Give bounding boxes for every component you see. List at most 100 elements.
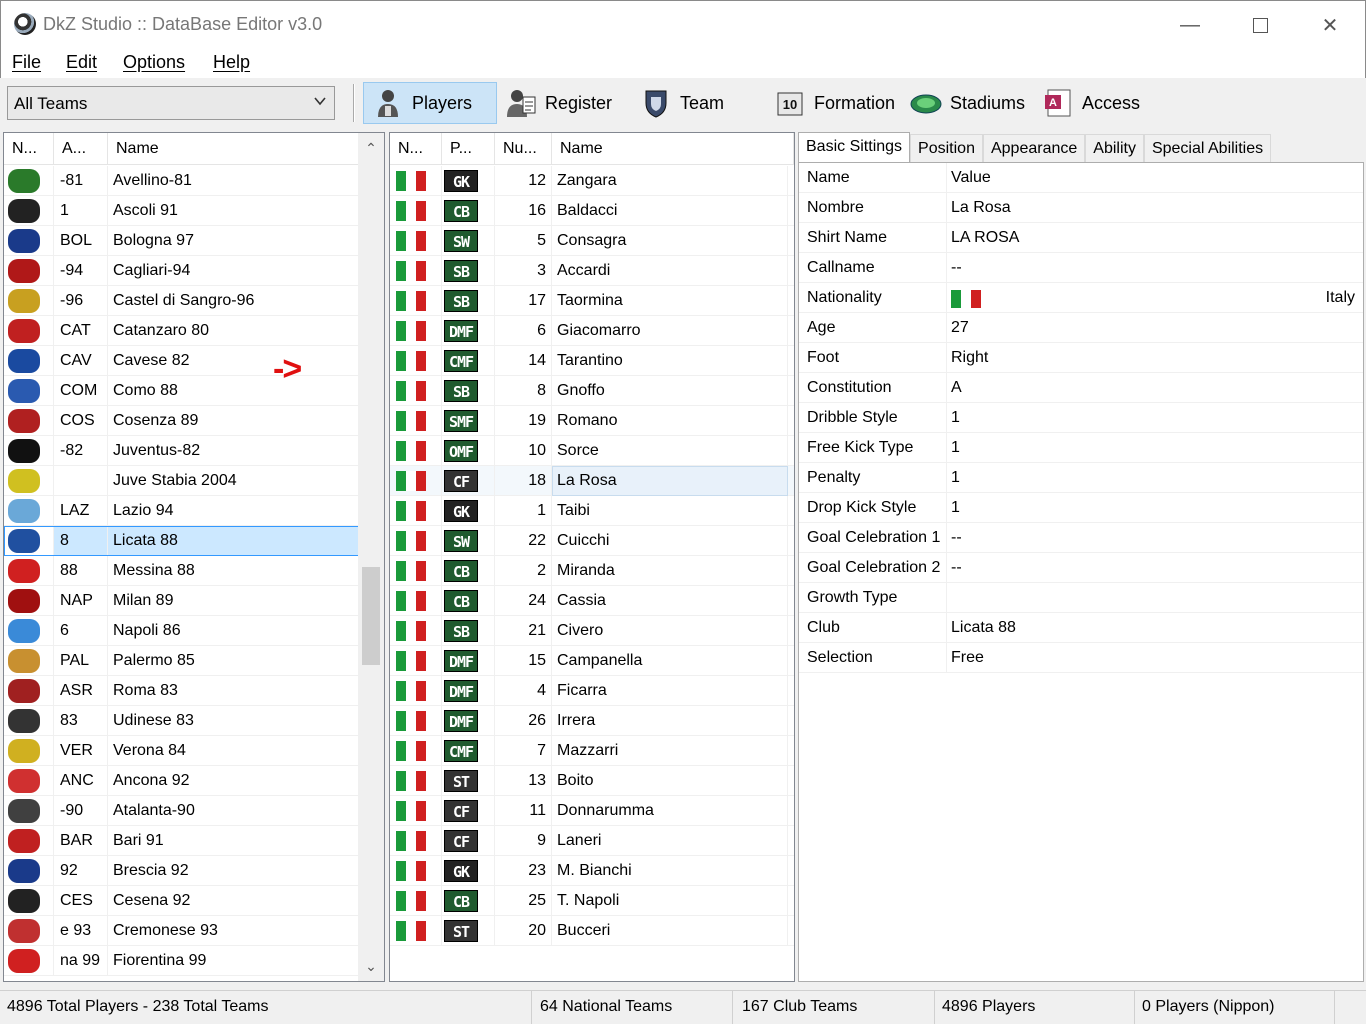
team-row[interactable]: 6 Napoli 86 [4,616,360,646]
team-row[interactable]: 88 Messina 88 [4,556,360,586]
team-row[interactable]: PAL Palermo 85 [4,646,360,676]
team-row[interactable]: VER Verona 84 [4,736,360,766]
teams-list[interactable]: N... A... Name -81 Avellino-81 1 Ascoli 91 B… [3,132,385,982]
property-row[interactable]: Penalty 1 [799,463,1363,493]
player-row[interactable]: CB 24 Cassia [390,586,794,616]
property-value-cell[interactable]: LA ROSA [947,223,1363,252]
team-row[interactable]: COM Como 88 [4,376,360,406]
team-row[interactable]: 92 Brescia 92 [4,856,360,886]
tab-appearance[interactable]: Appearance [982,134,1086,164]
team-row[interactable]: COS Cosenza 89 [4,406,360,436]
property-row[interactable]: Goal Celebration 2 -- [799,553,1363,583]
players-button[interactable]: Players [363,82,497,124]
player-row[interactable]: GK 12 Zangara [390,166,794,196]
player-row[interactable]: CF 11 Donnarumma [390,796,794,826]
tab-basic-settings[interactable]: Basic Sittings [798,132,911,164]
property-row[interactable]: Nombre La Rosa [799,193,1363,223]
player-row[interactable]: SB 8 Gnoffo [390,376,794,406]
property-row[interactable]: Club Licata 88 [799,613,1363,643]
property-row[interactable]: Drop Kick Style 1 [799,493,1363,523]
player-row[interactable]: CB 25 T. Napoli [390,886,794,916]
team-row[interactable]: NAP Milan 89 [4,586,360,616]
property-row[interactable]: Constitution A [799,373,1363,403]
team-row[interactable]: LAZ Lazio 94 [4,496,360,526]
player-row[interactable]: SW 5 Consagra [390,226,794,256]
player-row[interactable]: ST 20 Bucceri [390,916,794,946]
property-row[interactable]: Age 27 [799,313,1363,343]
tab-ability[interactable]: Ability [1085,134,1144,164]
team-row[interactable]: 1 Ascoli 91 [4,196,360,226]
property-value-cell[interactable]: 27 [947,313,1363,342]
property-row[interactable]: Nationality Italy [799,283,1363,313]
property-value-cell[interactable]: Italy [947,283,1363,312]
team-row[interactable]: BOL Bologna 97 [4,226,360,256]
property-row[interactable]: Free Kick Type 1 [799,433,1363,463]
player-row[interactable]: CF 9 Laneri [390,826,794,856]
players-col-name[interactable]: Name [552,133,794,165]
players-list[interactable]: N... P... Nu... Name GK 12 Zangara CB 16 Bald… [389,132,795,982]
property-row[interactable]: Growth Type [799,583,1363,613]
player-row[interactable]: CMF 7 Mazzarri [390,736,794,766]
scroll-thumb[interactable] [362,567,380,665]
property-row[interactable]: Selection Free [799,643,1363,673]
player-row[interactable]: SB 21 Civero [390,616,794,646]
team-row[interactable]: ASR Roma 83 [4,676,360,706]
property-row[interactable]: Callname -- [799,253,1363,283]
players-col-num[interactable]: Nu... [495,133,552,165]
tab-position[interactable]: Position [910,134,983,164]
team-row[interactable]: CES Cesena 92 [4,886,360,916]
menu-edit[interactable]: Edit [66,52,97,73]
property-value-cell[interactable]: Licata 88 [947,613,1363,642]
property-value-cell[interactable]: -- [947,553,1363,582]
property-value-cell[interactable]: -- [947,523,1363,552]
close-button[interactable]: ✕ [1307,9,1353,41]
team-row[interactable]: CAT Catanzaro 80 [4,316,360,346]
team-row[interactable]: -82 Juventus-82 [4,436,360,466]
team-row[interactable]: e 93 Cremonese 93 [4,916,360,946]
player-row[interactable]: OMF 10 Sorce [390,436,794,466]
teams-col-name[interactable]: Name [108,133,360,165]
player-row[interactable]: SB 3 Accardi [390,256,794,286]
stadiums-button[interactable]: Stadiums [902,82,1033,124]
team-row[interactable]: -96 Castel di Sangro-96 [4,286,360,316]
player-row[interactable]: CMF 14 Tarantino [390,346,794,376]
property-row[interactable]: Foot Right [799,343,1363,373]
player-row[interactable]: CB 2 Miranda [390,556,794,586]
property-value-cell[interactable]: Right [947,343,1363,372]
team-row[interactable]: -94 Cagliari-94 [4,256,360,286]
team-row[interactable]: CAV Cavese 82 [4,346,360,376]
minimize-button[interactable]: — [1167,9,1213,41]
player-row[interactable]: SB 17 Taormina [390,286,794,316]
team-row[interactable]: 8 Licata 88 [4,526,360,556]
team-row[interactable]: -90 Atalanta-90 [4,796,360,826]
property-value-cell[interactable]: 1 [947,493,1363,522]
property-row[interactable]: Shirt Name LA ROSA [799,223,1363,253]
player-row[interactable]: GK 1 Taibi [390,496,794,526]
scroll-down-icon[interactable]: ⌄ [358,951,384,981]
tab-special-abilities[interactable]: Special Abilities [1143,134,1272,164]
team-button[interactable]: Team [632,82,732,124]
property-row[interactable]: Dribble Style 1 [799,403,1363,433]
player-row[interactable]: DMF 26 Irrera [390,706,794,736]
player-row[interactable]: DMF 15 Campanella [390,646,794,676]
teams-col-n[interactable]: N... [4,133,54,165]
menu-options[interactable]: Options [123,52,185,73]
teams-col-abbr[interactable]: A... [54,133,108,165]
property-value-cell[interactable]: La Rosa [947,193,1363,222]
player-row[interactable]: DMF 4 Ficarra [390,676,794,706]
property-row[interactable]: Goal Celebration 1 -- [799,523,1363,553]
team-row[interactable]: ANC Ancona 92 [4,766,360,796]
menu-file[interactable]: File [12,52,41,73]
players-col-n[interactable]: N... [390,133,442,165]
team-row[interactable]: 83 Udinese 83 [4,706,360,736]
player-row[interactable]: CF 18 La Rosa [390,466,794,496]
property-value-cell[interactable]: Free [947,643,1363,672]
menu-help[interactable]: Help [213,52,250,73]
player-row[interactable]: SMF 19 Romano [390,406,794,436]
property-value-cell[interactable]: 1 [947,463,1363,492]
property-value-cell[interactable]: 1 [947,433,1363,462]
property-value-cell[interactable]: 1 [947,403,1363,432]
team-row[interactable]: -81 Avellino-81 [4,166,360,196]
player-row[interactable]: SW 22 Cuicchi [390,526,794,556]
players-col-pos[interactable]: P... [442,133,495,165]
